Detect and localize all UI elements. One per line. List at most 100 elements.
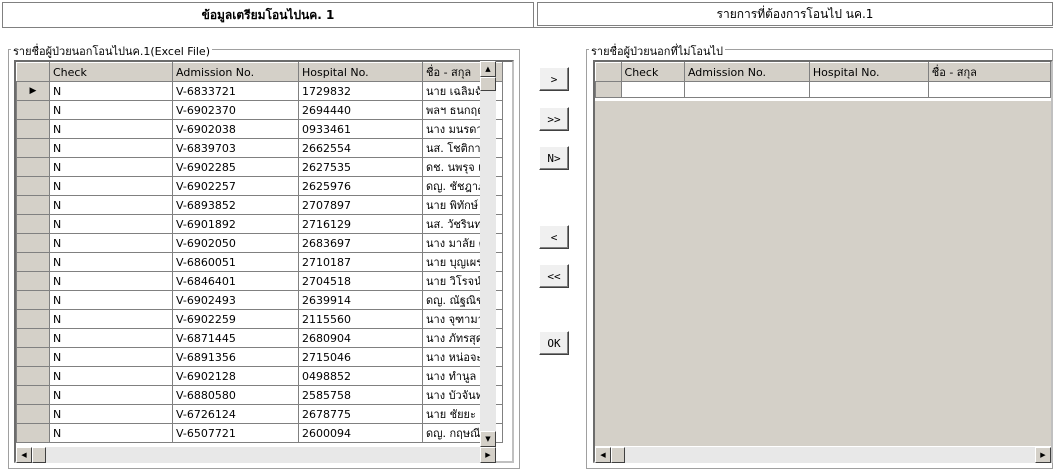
table-row[interactable]: N V-6726124 2678775 นาย ชัยยะ จ <box>16 404 503 424</box>
table-cell[interactable]: 1729832 <box>298 81 423 101</box>
table-cell[interactable]: N <box>49 214 173 234</box>
column-header-check[interactable]: Check <box>620 62 685 82</box>
table-cell[interactable]: V-6860051 <box>172 252 299 272</box>
table-cell[interactable]: 2115560 <box>298 309 423 329</box>
column-header-hospital[interactable]: Hospital No. <box>298 62 423 82</box>
table-row[interactable]: N V-6901892 2716129 นส. วัชรินท <box>16 214 503 234</box>
table-cell[interactable]: 0933461 <box>298 119 423 139</box>
left-vertical-scrollbar[interactable]: ▲ ▼ <box>480 61 496 447</box>
back-all-button[interactable]: << <box>539 264 569 288</box>
column-header-admission[interactable]: Admission No. <box>172 62 299 82</box>
tab-transfer-list[interactable]: รายการที่ต้องการโอนไป นค.1 <box>537 2 1053 26</box>
table-row[interactable]: N V-6902050 2683697 นาง มาลัย ต <box>16 233 503 253</box>
table-cell[interactable]: V-6891356 <box>172 347 299 367</box>
table-cell[interactable]: 2683697 <box>298 233 423 253</box>
table-cell[interactable]: 2715046 <box>298 347 423 367</box>
ok-button[interactable]: OK <box>539 331 569 355</box>
table-cell[interactable]: V-6846401 <box>172 271 299 291</box>
table-cell[interactable]: V-6880580 <box>172 385 299 405</box>
column-header-check[interactable]: Check <box>49 62 173 82</box>
left-vscroll-thumb[interactable] <box>480 77 496 91</box>
table-row[interactable]: N V-6891356 2715046 นาง หน่อจะร <box>16 347 503 367</box>
table-cell[interactable]: N <box>49 290 173 310</box>
table-cell[interactable]: V-6902128 <box>172 366 299 386</box>
column-header-hospital[interactable]: Hospital No. <box>808 62 929 82</box>
table-row[interactable]: N V-6902370 2694440 พลฯ ธนกฤต <box>16 100 503 120</box>
table-row[interactable]: N V-6893852 2707897 นาย พิทักษ์ <box>16 195 503 215</box>
table-cell[interactable]: 2627535 <box>298 157 423 177</box>
right-hscroll-thumb[interactable] <box>611 447 625 463</box>
arrow-right-icon[interactable]: ▶ <box>480 447 496 463</box>
back-one-button[interactable]: < <box>539 225 569 249</box>
table-cell[interactable]: 2716129 <box>298 214 423 234</box>
table-cell[interactable]: V-6833721 <box>172 81 299 101</box>
arrow-left-icon[interactable]: ◀ <box>595 447 611 463</box>
table-row[interactable]: N V-6902285 2627535 ดช. นพรุจ เ <box>16 157 503 177</box>
table-cell[interactable]: N <box>49 328 173 348</box>
table-cell[interactable]: 2680904 <box>298 328 423 348</box>
table-cell[interactable]: 2585758 <box>298 385 423 405</box>
table-cell[interactable]: V-6902257 <box>172 176 299 196</box>
table-cell[interactable]: N <box>49 252 173 272</box>
table-cell[interactable]: V-6839703 <box>172 138 299 158</box>
table-row[interactable]: N V-6860051 2710187 นาย บุญเผร <box>16 252 503 272</box>
table-cell[interactable]: N <box>49 347 173 367</box>
table-cell[interactable]: 2694440 <box>298 100 423 120</box>
table-cell[interactable]: N <box>49 309 173 329</box>
table-row[interactable]: ▶ N V-6833721 1729832 นาย เฉลิมฉั <box>16 81 503 101</box>
table-cell[interactable]: 2600094 <box>298 423 423 443</box>
table-cell[interactable]: N <box>49 81 173 101</box>
table-cell[interactable]: 2707897 <box>298 195 423 215</box>
arrow-right-icon[interactable]: ▶ <box>1035 447 1051 463</box>
table-cell[interactable] <box>927 81 1051 98</box>
move-n-button[interactable]: N> <box>539 146 569 170</box>
table-row[interactable]: N V-6839703 2662554 นส. โชติการ <box>16 138 503 158</box>
tab-prepare-data[interactable]: ข้อมูลเตรียมโอนไปนค. 1 <box>2 2 534 28</box>
arrow-up-icon[interactable]: ▲ <box>480 61 496 77</box>
left-data-grid[interactable]: Check Admission No. Hospital No. ชื่อ - … <box>14 60 514 463</box>
move-all-button[interactable]: >> <box>539 107 569 131</box>
table-row[interactable]: N V-6846401 2704518 นาย วิโรจน์ <box>16 271 503 291</box>
table-cell[interactable]: 2678775 <box>298 404 423 424</box>
left-horizontal-scrollbar[interactable]: ◀ ▶ <box>16 447 496 463</box>
table-cell[interactable]: N <box>49 100 173 120</box>
column-header-admission[interactable]: Admission No. <box>683 62 810 82</box>
arrow-down-icon[interactable]: ▼ <box>480 431 496 447</box>
table-cell[interactable]: V-6893852 <box>172 195 299 215</box>
table-cell[interactable]: V-6902285 <box>172 157 299 177</box>
table-cell[interactable]: N <box>49 119 173 139</box>
table-cell[interactable]: N <box>49 195 173 215</box>
table-cell[interactable]: 2662554 <box>298 138 423 158</box>
table-row[interactable]: N V-6507721 2600094 ดญ. กฤษณีย <box>16 423 503 443</box>
table-row[interactable]: N V-6902038 0933461 นาง มนรดา <box>16 119 503 139</box>
table-cell[interactable]: 2625976 <box>298 176 423 196</box>
table-row[interactable]: N V-6902257 2625976 ดญ. ชัชฎาภ <box>16 176 503 196</box>
table-row[interactable]: N V-6902493 2639914 ดญ. ณัฐณิช <box>16 290 503 310</box>
table-cell[interactable]: V-6902259 <box>172 309 299 329</box>
right-horizontal-scrollbar[interactable]: ◀ ▶ <box>595 447 1051 463</box>
table-cell[interactable]: V-6902050 <box>172 233 299 253</box>
table-cell[interactable]: V-6902038 <box>172 119 299 139</box>
table-cell[interactable]: 0498852 <box>298 366 423 386</box>
table-cell[interactable]: V-6871445 <box>172 328 299 348</box>
table-cell[interactable]: 2639914 <box>298 290 423 310</box>
table-cell[interactable]: V-6507721 <box>172 423 299 443</box>
table-cell[interactable] <box>683 81 810 98</box>
table-cell[interactable]: V-6726124 <box>172 404 299 424</box>
table-cell[interactable]: 2704518 <box>298 271 423 291</box>
table-cell[interactable]: N <box>49 233 173 253</box>
left-hscroll-thumb[interactable] <box>32 447 46 463</box>
table-cell[interactable]: N <box>49 423 173 443</box>
table-row[interactable]: N V-6902259 2115560 นาง จุฑามาศ <box>16 309 503 329</box>
arrow-left-icon[interactable]: ◀ <box>16 447 32 463</box>
table-cell[interactable]: N <box>49 385 173 405</box>
table-cell[interactable] <box>808 81 929 98</box>
table-row[interactable]: N V-6880580 2585758 นาง บัวจันท <box>16 385 503 405</box>
table-cell[interactable]: 2710187 <box>298 252 423 272</box>
table-cell[interactable]: V-6901892 <box>172 214 299 234</box>
table-cell[interactable]: N <box>49 157 173 177</box>
table-cell[interactable] <box>620 81 685 98</box>
table-cell[interactable]: N <box>49 271 173 291</box>
column-header-name[interactable]: ชื่อ - สกุล <box>927 62 1051 82</box>
table-cell[interactable]: N <box>49 138 173 158</box>
